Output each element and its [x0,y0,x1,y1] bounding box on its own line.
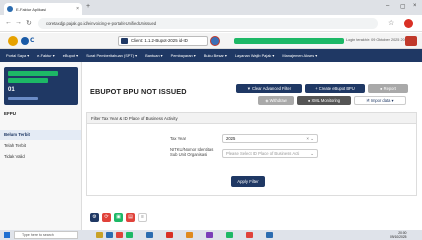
taxpayer-code: 01 [8,87,15,93]
logout-button[interactable] [405,36,417,46]
taskbar-app-icon[interactable] [186,232,193,238]
settings-tool-icon[interactable]: ⚙ [90,213,99,222]
pdf-export-icon[interactable]: ▤ [126,213,135,222]
bookmark-star-icon[interactable]: ☆ [388,19,394,27]
chevron-down-icon[interactable]: ⌄ [310,150,314,157]
client-selector[interactable]: Client: 1.1.2-Bupot-2025 id-ID [118,36,208,46]
taskbar-search[interactable]: Type here to search [14,231,78,239]
taskbar-app-icon[interactable] [106,232,113,238]
windows-taskbar: Type here to search 20:00 09/10/2025 [0,230,422,240]
taxpayer-name-redacted [8,71,58,76]
sidebar: 01 EFPU Belum Terbit Telah Terbit Tidak … [0,62,82,230]
nitku-placeholder: Please Select ID Place of Business Acti [226,151,300,156]
nav-bantuan[interactable]: Bantuan ▾ [145,53,163,58]
tax-year-value: 2025 [226,136,236,141]
taxpayer-card: 01 [4,67,78,105]
windows-start-icon[interactable] [4,232,10,238]
nitku-label: NITKU/Nomor Identitas Sub Unit Organisas… [170,147,214,157]
sidebar-item-telah-terbit[interactable]: Telah Terbit [0,141,81,151]
create-ebupot-button[interactable]: + Create eBupot BPU [305,84,365,93]
forward-icon[interactable]: → [15,19,22,26]
tab-title: E-Faktur Aplikasi [16,6,47,12]
nav-manajemen-akses[interactable]: Manajemen Akses ▾ [282,53,317,58]
maximize-button[interactable]: ▢ [400,3,406,10]
taskbar-app-icon[interactable] [146,232,153,238]
close-window-button[interactable]: × [413,3,417,9]
import-data-button[interactable]: 🗎 Impor data ▾ [354,96,406,105]
tax-year-label: Tax Year [170,136,187,141]
taskbar-app-icon[interactable] [206,232,213,238]
reload-icon[interactable]: ↻ [26,19,32,27]
nav-spt[interactable]: Surat Pemberitahuan (SPT) ▾ [86,53,137,58]
taskbar-app-icon[interactable] [96,232,103,238]
nav-ebupot[interactable]: eBupot ▾ [63,53,78,58]
sidebar-item-belum-terbit[interactable]: Belum Terbit [0,130,81,140]
app-header: Ⅽ Client: 1.1.2-Bupot-2025 id-ID Login t… [0,33,422,49]
logo-text: Ⅽ [30,38,35,44]
sidebar-section-title: EFPU [4,111,17,116]
refresh-tool-icon[interactable]: ⟳ [102,213,111,222]
taskbar-app-icon[interactable] [246,232,253,238]
nav-portal-saya[interactable]: Portal Saya ▾ [6,53,29,58]
sidebar-item-tidak-valid[interactable]: Tidak Valid [0,152,81,162]
column-menu-icon[interactable]: ≡ [138,213,147,222]
nav-efaktur[interactable]: e-Faktur ▾ [37,53,55,58]
excel-export-icon[interactable]: ▣ [114,213,123,222]
calendar-icon [121,38,128,44]
nav-buku-besar[interactable]: Buku Besar ▾ [204,53,227,58]
clock-date: 09/10/2025 [390,235,407,239]
address-bar-row: ← → ↻ coretaxdjp.pajak.go.id/einvoicing-… [0,15,422,32]
withdraw-button[interactable]: ◈ Withdraw [258,96,294,105]
tax-year-select[interactable]: 2025 × ⌄ [222,134,318,143]
taskbar-app-icon[interactable] [266,232,273,238]
back-icon[interactable]: ← [5,19,12,26]
taskbar-app-icon[interactable] [126,232,133,238]
site-favicon-icon [7,6,13,12]
taskbar-clock: 20:00 09/10/2025 [390,231,407,239]
filter-panel-header[interactable]: Filter Tax Year & ID Place of Business A… [87,113,416,124]
coretax-logo-icon [21,37,29,45]
nav-pembayaran[interactable]: Pembayaran ▾ [171,53,196,58]
taskbar-app-icon[interactable] [226,232,233,238]
xml-monitoring-button[interactable]: ● XML Monitoring [297,96,351,105]
main-navigation: Portal Saya ▾ e-Faktur ▾ eBupot ▾ Surat … [0,49,422,62]
url-field[interactable]: coretaxdjp.pajak.go.id/einvoicing-e-port… [38,18,378,29]
profile-avatar[interactable] [404,19,413,28]
browser-tab-strip: E-Faktur Aplikasi × + – ▢ × [0,0,422,15]
user-avatar[interactable] [210,36,220,46]
browser-tab[interactable]: E-Faktur Aplikasi × [4,3,82,15]
taxpayer-subline [8,97,38,100]
apply-filter-button[interactable]: Apply Filter [231,176,265,187]
minimize-button[interactable]: – [386,3,389,9]
tab-close-icon[interactable]: × [76,6,79,12]
clear-advanced-filter-button[interactable]: ▼ Clear Advanced Filter [236,84,302,93]
page-title: EBUPOT BPU NOT ISSUED [90,87,187,96]
djp-logo-icon [8,36,18,46]
taxpayer-id-redacted [8,78,48,83]
taxpayer-name-banner [234,38,344,44]
new-tab-button[interactable]: + [86,3,90,10]
nav-layanan[interactable]: Layanan Wajib Pajak ▾ [235,53,274,58]
nitku-select[interactable]: Please Select ID Place of Business Acti … [222,149,318,158]
client-label: Client: 1.1.2-Bupot-2025 id-ID [131,38,188,43]
taskbar-app-icon[interactable] [166,232,173,238]
report-button[interactable]: ● Report [368,84,408,93]
clear-chevron-icon[interactable]: × ⌄ [306,135,314,142]
taskbar-app-icon[interactable] [116,232,123,238]
